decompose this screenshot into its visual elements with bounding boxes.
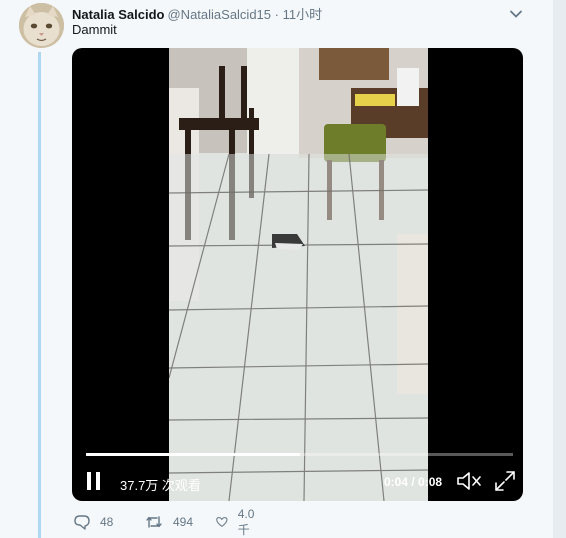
timeline-edge bbox=[553, 0, 566, 538]
fullscreen-icon[interactable] bbox=[494, 470, 516, 492]
video-frame bbox=[169, 48, 428, 501]
video-frame-image bbox=[169, 48, 428, 501]
author-name[interactable]: Natalia Salcido bbox=[72, 7, 164, 22]
view-count: 37.7万 次观看 bbox=[120, 478, 201, 493]
progress-fill bbox=[86, 453, 300, 456]
progress-bar[interactable] bbox=[86, 453, 513, 456]
author-handle-time[interactable]: @NataliaSalcid15 · 11小时 bbox=[167, 7, 322, 22]
pause-icon[interactable] bbox=[85, 470, 103, 492]
like-button[interactable]: 4.0千 bbox=[216, 507, 259, 537]
cat-avatar-icon bbox=[19, 3, 64, 48]
reply-button[interactable]: 48 bbox=[74, 512, 113, 532]
like-count: 4.0千 bbox=[237, 506, 255, 537]
thread-line bbox=[38, 52, 41, 538]
retweet-count: 494 bbox=[173, 515, 194, 529]
retweet-icon bbox=[146, 516, 162, 528]
tweet-card[interactable]: Natalia Salcido @NataliaSalcid15 · 11小时 D… bbox=[0, 0, 553, 538]
reply-count: 48 bbox=[100, 515, 114, 529]
chevron-down-icon[interactable] bbox=[509, 7, 523, 21]
mute-icon[interactable] bbox=[456, 470, 482, 492]
video-player[interactable]: 37.7万 次观看 0:04 / 0:08 bbox=[72, 48, 523, 501]
like-icon bbox=[216, 517, 228, 527]
retweet-button[interactable]: 494 bbox=[145, 512, 193, 532]
time-display: 0:04 / 0:08 bbox=[384, 475, 443, 489]
video-controls: 37.7万 次观看 0:04 / 0:08 bbox=[72, 448, 523, 501]
avatar[interactable] bbox=[19, 3, 64, 48]
tweet-header: Natalia Salcido @NataliaSalcid15 · 11小时 bbox=[72, 4, 322, 23]
tweet-text: Dammit bbox=[72, 22, 117, 37]
reply-icon bbox=[74, 515, 90, 530]
